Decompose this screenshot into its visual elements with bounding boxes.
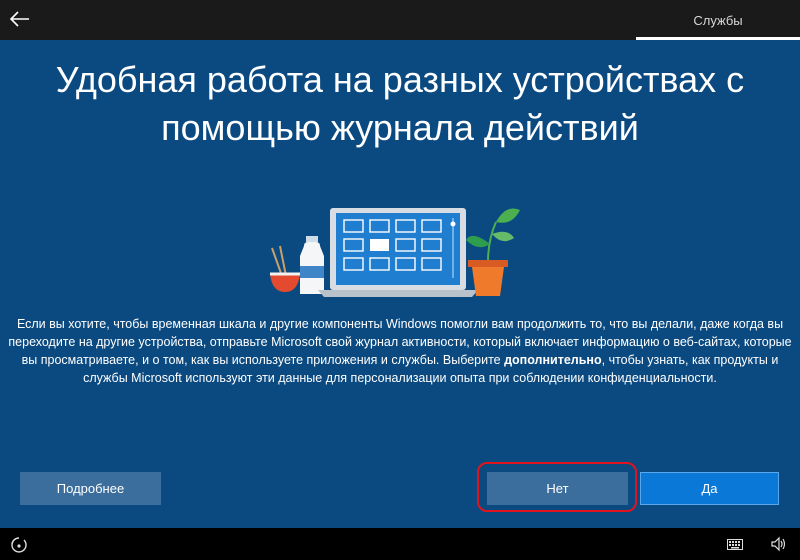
no-button[interactable]: Нет	[487, 472, 628, 505]
yes-button[interactable]: Да	[640, 472, 779, 505]
bottom-bar	[0, 528, 800, 560]
keyboard-icon[interactable]	[727, 539, 743, 550]
top-bar: Службы	[0, 0, 800, 40]
volume-icon[interactable]	[770, 536, 786, 552]
ease-of-access-icon[interactable]	[10, 536, 28, 554]
devices-illustration	[270, 208, 520, 297]
page-title: Удобная работа на разных устройствах с п…	[55, 59, 745, 148]
back-button[interactable]	[6, 5, 34, 33]
laptop-icon	[318, 208, 478, 297]
bottle-icon	[300, 236, 324, 294]
description-bold-link: дополнительно	[504, 353, 602, 367]
oobe-page: Удобная работа на разных устройствах с п…	[0, 40, 800, 528]
activity-history-description: Если вы хотите, чтобы временная шкала и …	[8, 315, 792, 387]
learn-more-button[interactable]: Подробнее	[20, 472, 161, 505]
back-arrow-icon	[10, 11, 29, 27]
bowl-icon	[270, 245, 300, 292]
step-label-services: Службы	[693, 12, 743, 28]
plant-icon	[466, 208, 520, 296]
